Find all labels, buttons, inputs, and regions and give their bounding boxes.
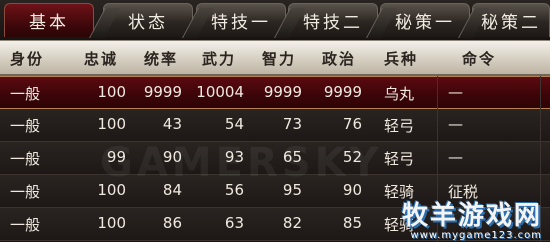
tab-basic[interactable]: 基本 xyxy=(4,3,94,37)
cell-rank: 一般 xyxy=(10,85,41,103)
tab-label: 秘策一 xyxy=(395,13,455,33)
cell-order: — xyxy=(448,83,463,101)
tab-bar: 基本 状态 特技一 特技二 秘策一 秘策二 xyxy=(0,0,550,40)
cell-command: 86 xyxy=(162,214,182,232)
cell-intelligence: 9999 xyxy=(263,83,302,101)
cell-rank: 一般 xyxy=(10,150,41,168)
tab-label: 特技一 xyxy=(211,13,271,33)
tab-strategy-1[interactable]: 秘策一 xyxy=(380,3,470,37)
cell-rank: 一般 xyxy=(10,117,41,135)
tab-status[interactable]: 状态 xyxy=(103,3,193,37)
col-header-troop[interactable]: 兵种 xyxy=(384,48,418,69)
cell-order: — xyxy=(448,148,463,166)
cell-politics: 85 xyxy=(342,214,362,232)
tab-label: 状态 xyxy=(128,13,168,33)
table-row[interactable]: 一般 100 43 54 73 76 轻弓 — xyxy=(0,109,550,142)
cell-loyalty: 100 xyxy=(97,115,126,133)
cell-force: 54 xyxy=(224,115,244,133)
watermark: GAMERSKY xyxy=(100,140,383,186)
cell-loyalty: 100 xyxy=(97,214,126,232)
cell-rank: 一般 xyxy=(10,216,41,234)
cell-force: 10004 xyxy=(196,83,244,101)
cell-politics: 9999 xyxy=(323,83,362,101)
tab-label: 秘策二 xyxy=(481,13,541,33)
tab-strategy-2[interactable]: 秘策二 xyxy=(472,3,550,37)
cell-troop: 轻弓 xyxy=(384,150,415,168)
cell-intelligence: 82 xyxy=(282,214,302,232)
tab-skill-2[interactable]: 特技二 xyxy=(288,3,378,37)
col-header-force[interactable]: 武力 xyxy=(202,48,236,69)
cell-order: — xyxy=(448,115,463,133)
cell-politics: 76 xyxy=(342,115,362,133)
col-header-intelligence[interactable]: 智力 xyxy=(262,48,296,69)
tab-label: 特技二 xyxy=(303,13,363,33)
cell-troop: 轻弓 xyxy=(384,117,415,135)
site-logo: 牧羊游戏网 www.mygame123.com xyxy=(392,195,542,241)
table-header: 身份 忠诚 统率 武力 智力 政治 兵种 命令 xyxy=(0,40,550,76)
table-row[interactable]: 一般 100 9999 10004 9999 9999 乌丸 — xyxy=(0,76,550,109)
col-header-politics[interactable]: 政治 xyxy=(322,48,356,69)
cell-command: 43 xyxy=(162,115,182,133)
cell-intelligence: 73 xyxy=(282,115,302,133)
col-header-loyalty[interactable]: 忠诚 xyxy=(84,48,118,69)
logo-title: 牧羊游戏网 xyxy=(401,201,542,231)
col-header-order[interactable]: 命令 xyxy=(462,48,496,69)
tab-label: 基本 xyxy=(29,13,69,33)
cell-force: 63 xyxy=(224,214,244,232)
cell-command: 9999 xyxy=(143,83,182,101)
col-header-command[interactable]: 统率 xyxy=(144,48,178,69)
cell-rank: 一般 xyxy=(10,183,41,201)
tab-skill-1[interactable]: 特技一 xyxy=(196,3,286,37)
cell-loyalty: 100 xyxy=(97,83,126,101)
col-header-rank[interactable]: 身份 xyxy=(10,48,44,69)
cell-troop: 乌丸 xyxy=(384,85,415,103)
logo-url: www.mygame123.com xyxy=(410,230,542,241)
